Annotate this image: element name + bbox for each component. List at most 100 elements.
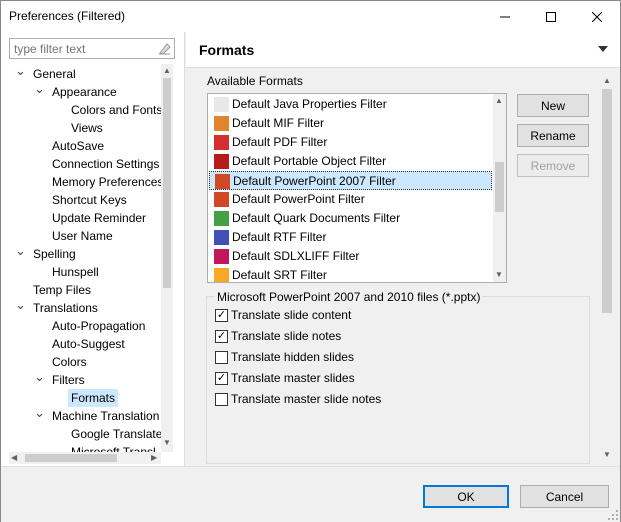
remove-button[interactable]: Remove: [517, 154, 589, 177]
format-item-label: Default PowerPoint 2007 Filter: [233, 174, 396, 188]
option-label: Translate master slide notes: [231, 392, 382, 406]
format-item-label: Default Java Properties Filter: [232, 97, 387, 111]
format-item-default-sdlxliff-filter[interactable]: Default SDLXLIFF Filter: [209, 247, 492, 266]
minimize-button[interactable]: [482, 1, 528, 32]
format-item-default-pdf-filter[interactable]: Default PDF Filter: [209, 133, 492, 152]
tree-item-machine-translation[interactable]: Machine Translation: [52, 407, 159, 425]
srt-file-icon: [214, 268, 229, 282]
chevron-down-icon[interactable]: ⌄: [34, 406, 45, 425]
quark-file-icon: [214, 211, 229, 226]
tree-item-memory-preferences[interactable]: Memory Preferences: [52, 173, 163, 191]
chevron-down-icon[interactable]: ⌄: [15, 298, 26, 317]
tree-item-colors[interactable]: Colors: [52, 353, 87, 371]
list-scroll-thumb[interactable]: [495, 162, 504, 212]
format-item-label: Default PowerPoint Filter: [232, 192, 365, 206]
format-item-default-srt-filter[interactable]: Default SRT Filter: [209, 266, 492, 282]
tree-item-formats[interactable]: Formats: [68, 389, 119, 407]
close-icon: [592, 11, 602, 22]
tree-item-temp-files[interactable]: Temp Files: [33, 281, 91, 299]
chevron-down-icon[interactable]: ⌄: [34, 82, 45, 101]
filter-input[interactable]: [10, 39, 150, 58]
resize-grip-icon[interactable]: [607, 509, 619, 521]
scroll-down-icon[interactable]: ▼: [163, 438, 171, 447]
tree-vertical-scrollbar[interactable]: ▲ ▼: [161, 64, 173, 452]
view-menu-icon[interactable]: [598, 46, 608, 53]
tree-item-autosave[interactable]: AutoSave: [52, 137, 104, 155]
ok-button[interactable]: OK: [423, 485, 509, 508]
format-item-default-quark-documents-filter[interactable]: Default Quark Documents Filter: [209, 209, 492, 228]
page-title: Formats: [199, 42, 255, 58]
format-item-default-rtf-filter[interactable]: Default RTF Filter: [209, 228, 492, 247]
option-label: Translate slide content: [231, 308, 352, 322]
format-item-default-powerpoint-2007-filter[interactable]: Default PowerPoint 2007 Filter: [209, 171, 492, 190]
format-item-label: Default MIF Filter: [232, 116, 325, 130]
tree-item-colors-and-fonts[interactable]: Colors and Fonts: [71, 101, 162, 119]
page-scroll-thumb[interactable]: [602, 89, 612, 313]
maximize-button[interactable]: [528, 1, 574, 32]
clear-filter-icon[interactable]: [158, 42, 171, 55]
maximize-icon: [546, 11, 556, 22]
preferences-dialog: Preferences (Filtered) ⌄General⌄Appearan…: [0, 0, 621, 522]
tree-item-shortcut-keys[interactable]: Shortcut Keys: [52, 191, 127, 209]
checkbox-checked-icon[interactable]: ✓: [215, 309, 228, 322]
tree-item-translations[interactable]: Translations: [33, 299, 98, 317]
close-button[interactable]: [574, 1, 620, 32]
scroll-left-icon[interactable]: ◀: [11, 453, 17, 462]
checkbox-checked-icon[interactable]: ✓: [215, 330, 228, 343]
chevron-down-icon[interactable]: ⌄: [15, 244, 26, 263]
format-item-default-java-properties-filter[interactable]: Default Java Properties Filter: [209, 95, 492, 114]
rtf-file-icon: [214, 230, 229, 245]
formats-list-scrollbar[interactable]: ▲ ▼: [493, 94, 506, 282]
checkbox-checked-icon[interactable]: ✓: [215, 372, 228, 385]
checkbox-unchecked-icon[interactable]: [215, 351, 228, 364]
window-title: Preferences (Filtered): [9, 9, 126, 23]
list-scroll-up-icon[interactable]: ▲: [495, 96, 503, 105]
tree-item-auto-propagation[interactable]: Auto-Propagation: [52, 317, 145, 335]
tree-item-appearance[interactable]: Appearance: [52, 83, 117, 101]
page-scroll-up-icon[interactable]: ▲: [603, 76, 611, 85]
tree-item-views[interactable]: Views: [71, 119, 103, 137]
list-scroll-down-icon[interactable]: ▼: [495, 270, 503, 279]
title-bar: Preferences (Filtered): [1, 1, 620, 32]
option-label: Translate slide notes: [231, 329, 342, 343]
page-vertical-scrollbar[interactable]: ▲ ▼: [600, 76, 614, 464]
format-item-label: Default Quark Documents Filter: [232, 211, 401, 225]
mif-file-icon: [214, 116, 229, 131]
page-header: Formats: [186, 32, 620, 68]
tree-hscroll-thumb[interactable]: [25, 454, 117, 462]
format-item-default-portable-object-filter[interactable]: Default Portable Object Filter: [209, 152, 492, 171]
format-item-label: Default PDF Filter: [232, 135, 328, 149]
scroll-right-icon[interactable]: ▶: [151, 453, 157, 462]
option-label: Translate hidden slides: [231, 350, 354, 364]
chevron-down-icon[interactable]: ⌄: [34, 370, 45, 389]
minimize-icon: [500, 16, 510, 17]
po-file-icon: [214, 154, 229, 169]
tree-horizontal-scrollbar[interactable]: ◀ ▶: [9, 452, 161, 464]
tree-item-user-name[interactable]: User Name: [52, 227, 113, 245]
tree-item-spelling[interactable]: Spelling: [33, 245, 76, 263]
preferences-navigation: ⌄General⌄AppearanceColors and FontsViews…: [1, 32, 185, 466]
tree-item-update-reminder[interactable]: Update Reminder: [52, 209, 146, 227]
option-label: Translate master slides: [231, 371, 355, 385]
rename-button[interactable]: Rename: [517, 124, 589, 147]
format-item-default-mif-filter[interactable]: Default MIF Filter: [209, 114, 492, 133]
chevron-down-icon[interactable]: ⌄: [15, 64, 26, 83]
tree-item-filters[interactable]: Filters: [52, 371, 85, 389]
tree-item-connection-settings[interactable]: Connection Settings: [52, 155, 159, 173]
java-file-icon: [214, 97, 229, 112]
page-scroll-down-icon[interactable]: ▼: [603, 450, 611, 459]
new-button[interactable]: New: [517, 94, 589, 117]
tree-item-hunspell[interactable]: Hunspell: [52, 263, 99, 281]
tree-item-auto-suggest[interactable]: Auto-Suggest: [52, 335, 125, 353]
scroll-up-icon[interactable]: ▲: [163, 66, 171, 75]
checkbox-unchecked-icon[interactable]: [215, 393, 228, 406]
available-formats-list[interactable]: Default Java Properties Filter Default MI…: [207, 93, 507, 283]
tree-item-google-translate[interactable]: Google Translate: [71, 425, 162, 443]
tree-item-microsoft-transl[interactable]: Microsoft Transl...: [71, 443, 166, 452]
pdf-file-icon: [214, 135, 229, 150]
format-item-label: Default SDLXLIFF Filter: [232, 249, 360, 263]
tree-scroll-thumb[interactable]: [163, 78, 171, 288]
format-item-default-powerpoint-filter[interactable]: Default PowerPoint Filter: [209, 190, 492, 209]
pptx-options-label: Microsoft PowerPoint 2007 and 2010 files…: [215, 290, 483, 304]
cancel-button[interactable]: Cancel: [520, 485, 609, 508]
